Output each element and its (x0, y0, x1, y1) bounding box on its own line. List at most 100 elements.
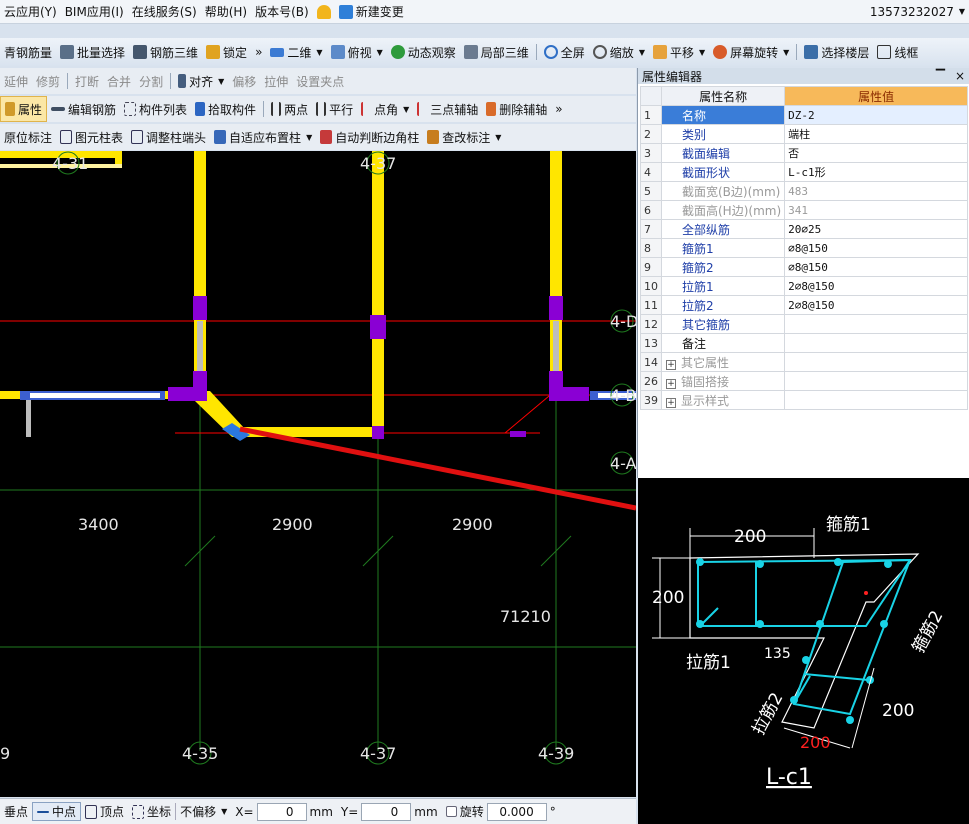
property-row[interactable]: 39 + 显示样式 (640, 390, 968, 410)
property-value[interactable]: 20⌀25 (784, 219, 968, 239)
property-value[interactable]: 483 (784, 181, 968, 201)
property-value[interactable]: ⌀8@150 (784, 238, 968, 258)
tool-delete-axis[interactable]: 删除辅轴 (482, 96, 551, 122)
property-row[interactable]: 11 拉筋2 2⌀8@150 (640, 295, 968, 315)
property-row[interactable]: 1 名称 DZ-2 (640, 105, 968, 125)
y-input[interactable]: 0 (361, 802, 412, 821)
tool-pan[interactable]: 平移 ▼ (649, 38, 709, 66)
property-row[interactable]: 6 截面高(H边)(mm) 341 (640, 200, 968, 220)
tool-rebar-qty[interactable]: 青钢筋量 (0, 38, 56, 66)
tool-parallel[interactable]: 平行 (312, 96, 357, 122)
tool-local-3d[interactable]: 局部三维 (460, 38, 533, 66)
tool-split[interactable]: 分割 (135, 68, 167, 94)
toolbar3-more[interactable]: » (551, 96, 566, 122)
tool-orbit[interactable]: 动态观察 (387, 38, 460, 66)
tool-adaptive-column[interactable]: 自适应布置柱 ▼ (210, 124, 316, 150)
property-value[interactable]: DZ-2 (784, 105, 968, 125)
tool-fullscreen[interactable]: 全屏 (540, 38, 589, 66)
menu-cloud[interactable]: 云应用(Y) (0, 0, 61, 23)
property-value[interactable] (784, 390, 968, 410)
property-value[interactable] (784, 333, 968, 353)
tool-trim[interactable]: 修剪 (32, 68, 64, 94)
account-phone[interactable]: 13573232027 ▼ (866, 0, 969, 23)
tool-check-annotation[interactable]: 查改标注 ▼ (423, 124, 505, 150)
rebar-3d-icon (133, 45, 148, 59)
tool-align[interactable]: 对齐 ▼ (174, 68, 228, 94)
property-value[interactable]: 341 (784, 200, 968, 220)
expand-icon[interactable]: + (666, 378, 676, 389)
tool-component-list[interactable]: 构件列表 (120, 96, 191, 122)
menu-online[interactable]: 在线服务(S) (128, 0, 201, 23)
tool-batch-select[interactable]: 批量选择 (56, 38, 129, 66)
property-value[interactable]: ⌀8@150 (784, 257, 968, 277)
tool-select-floor[interactable]: 选择楼层 (800, 38, 873, 66)
menu-bim[interactable]: BIM应用(I) (61, 0, 128, 23)
tool-zoom[interactable]: 缩放 ▼ (589, 38, 649, 66)
tool-set-grip[interactable]: 设置夹点 (292, 68, 348, 94)
property-row[interactable]: 12 其它箍筋 (640, 314, 968, 334)
menu-new-change[interactable]: 新建变更 (335, 0, 408, 23)
tool-extend[interactable]: 延伸 (0, 68, 32, 94)
property-row[interactable]: 2 类别 端柱 (640, 124, 968, 144)
menu-help[interactable]: 帮助(H) (201, 0, 251, 23)
tool-merge[interactable]: 合并 (103, 68, 135, 94)
rotate-input[interactable]: 0.000 (486, 802, 547, 821)
property-value[interactable]: 2⌀8@150 (784, 276, 968, 296)
tool-inplace-annotation[interactable]: 原位标注 (0, 124, 56, 150)
drawing-canvas[interactable]: 4-31 4-37 4-D 4-B 4-A 4-35 4-37 4-39 9 3… (0, 151, 636, 797)
tool-auto-corner[interactable]: 自动判断边角柱 (316, 124, 423, 150)
tool-point-angle[interactable]: 点角 ▼ (357, 96, 413, 122)
property-value[interactable] (784, 371, 968, 391)
property-row[interactable]: 8 箍筋1 ⌀8@150 (640, 238, 968, 258)
property-value[interactable]: 否 (784, 143, 968, 163)
tool-three-point-axis[interactable]: 三点辅轴 (413, 96, 482, 122)
snap-midpoint[interactable]: 中点 (32, 802, 82, 821)
tool-top-view[interactable]: 俯视 ▼ (327, 38, 387, 66)
snap-coordinate[interactable]: 坐标 (128, 803, 175, 820)
property-name-label: 类别 (682, 127, 707, 142)
snap-vertex[interactable]: 顶点 (81, 803, 128, 820)
tool-two-points[interactable]: 两点 (267, 96, 312, 122)
offset-select[interactable]: 不偏移 ▼ (175, 803, 231, 820)
property-row[interactable]: 4 截面形状 L-c1形 (640, 162, 968, 182)
property-value[interactable]: 2⌀8@150 (784, 295, 968, 315)
property-row[interactable]: 3 截面编辑 否 (640, 143, 968, 163)
table-icon (60, 130, 73, 144)
property-value[interactable]: L-c1形 (784, 162, 968, 182)
tool-adjust-column-end[interactable]: 调整柱端头 (127, 124, 210, 150)
axis-label-4-35: 4-35 (182, 744, 218, 763)
property-row[interactable]: 7 全部纵筋 20⌀25 (640, 219, 968, 239)
x-input[interactable]: 0 (256, 802, 307, 821)
tool-lock[interactable]: 锁定 (202, 38, 251, 66)
snap-perpendicular[interactable]: 垂点 (0, 803, 32, 820)
property-value[interactable]: 端柱 (784, 124, 968, 144)
pin-icon[interactable]: ▔ (936, 69, 945, 83)
property-row[interactable]: 5 截面宽(B边)(mm) 483 (640, 181, 968, 201)
tool-wireframe[interactable]: 线框 (873, 38, 922, 66)
property-row[interactable]: 14 + 其它属性 (640, 352, 968, 372)
toolbar-more[interactable]: » (251, 38, 266, 66)
expand-icon[interactable]: + (666, 397, 676, 408)
tool-properties[interactable]: 属性 (0, 96, 48, 122)
expand-icon[interactable]: + (666, 359, 676, 370)
tool-pick[interactable]: 拾取构件 (191, 96, 260, 122)
tool-column-table[interactable]: 图元柱表 (56, 124, 127, 150)
tool-2d[interactable]: 二维 ▼ (266, 38, 326, 66)
property-row[interactable]: 10 拉筋1 2⌀8@150 (640, 276, 968, 296)
property-row[interactable]: 9 箍筋2 ⌀8@150 (640, 257, 968, 277)
tool-break[interactable]: 打断 (71, 68, 103, 94)
property-row[interactable]: 13 备注 (640, 333, 968, 353)
tool-rebar-3d[interactable]: 钢筋三维 (129, 38, 202, 66)
menu-version[interactable]: 版本号(B) (251, 0, 313, 23)
preview-shape-name: L-c1 (766, 765, 812, 790)
close-icon[interactable]: × (955, 69, 965, 83)
helmet-icon[interactable] (313, 0, 335, 23)
property-value[interactable] (784, 314, 968, 334)
tool-offset[interactable]: 偏移 (228, 68, 260, 94)
tool-edit-rebar[interactable]: 编辑钢筋 (47, 96, 120, 122)
property-row[interactable]: 26 + 锚固搭接 (640, 371, 968, 391)
tool-rotate[interactable]: 屏幕旋转 ▼ (709, 38, 793, 66)
property-value[interactable] (784, 352, 968, 372)
tool-stretch[interactable]: 拉伸 (260, 68, 292, 94)
rotate-checkbox[interactable] (445, 806, 457, 817)
